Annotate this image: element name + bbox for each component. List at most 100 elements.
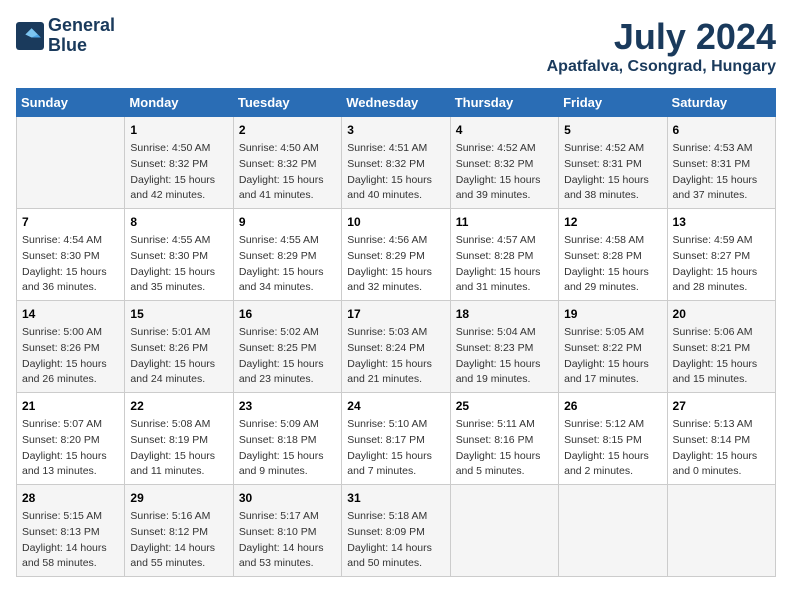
day-detail: Sunrise: 4:52 AMSunset: 8:31 PMDaylight:… [564, 141, 661, 204]
calendar-cell: 3 Sunrise: 4:51 AMSunset: 8:32 PMDaylight… [342, 117, 450, 209]
day-number: 2 [239, 121, 336, 139]
day-detail: Sunrise: 4:55 AMSunset: 8:29 PMDaylight:… [239, 233, 336, 296]
day-detail: Sunrise: 5:07 AMSunset: 8:20 PMDaylight:… [22, 417, 119, 480]
day-detail: Sunrise: 4:51 AMSunset: 8:32 PMDaylight:… [347, 141, 444, 204]
week-row-3: 14 Sunrise: 5:00 AMSunset: 8:26 PMDayligh… [17, 301, 776, 393]
calendar-cell: 25 Sunrise: 5:11 AMSunset: 8:16 PMDayligh… [450, 393, 558, 485]
day-number: 6 [673, 121, 770, 139]
calendar-cell: 4 Sunrise: 4:52 AMSunset: 8:32 PMDaylight… [450, 117, 558, 209]
day-detail: Sunrise: 4:58 AMSunset: 8:28 PMDaylight:… [564, 233, 661, 296]
day-detail: Sunrise: 5:02 AMSunset: 8:25 PMDaylight:… [239, 325, 336, 388]
week-row-4: 21 Sunrise: 5:07 AMSunset: 8:20 PMDayligh… [17, 393, 776, 485]
day-detail: Sunrise: 4:55 AMSunset: 8:30 PMDaylight:… [130, 233, 227, 296]
column-header-sunday: Sunday [17, 89, 125, 117]
day-detail: Sunrise: 5:16 AMSunset: 8:12 PMDaylight:… [130, 509, 227, 572]
day-number: 11 [456, 213, 553, 231]
calendar-cell: 13 Sunrise: 4:59 AMSunset: 8:27 PMDayligh… [667, 209, 775, 301]
calendar-cell: 6Sunrise: 4:53 AMSunset: 8:31 PMDaylight… [667, 117, 775, 209]
day-detail: Sunrise: 5:05 AMSunset: 8:22 PMDaylight:… [564, 325, 661, 388]
column-header-thursday: Thursday [450, 89, 558, 117]
day-number: 5 [564, 121, 661, 139]
calendar-cell [559, 485, 667, 577]
day-number: 17 [347, 305, 444, 323]
day-number: 24 [347, 397, 444, 415]
day-number: 7 [22, 213, 119, 231]
page-container: General Blue July 2024 Apatfalva, Csongr… [16, 16, 776, 577]
location-title: Apatfalva, Csongrad, Hungary [547, 58, 776, 76]
day-number: 22 [130, 397, 227, 415]
calendar-cell: 18 Sunrise: 5:04 AMSunset: 8:23 PMDayligh… [450, 301, 558, 393]
logo-icon [16, 22, 44, 50]
page-header: General Blue July 2024 Apatfalva, Csongr… [16, 16, 776, 76]
day-detail: Sunrise: 4:57 AMSunset: 8:28 PMDaylight:… [456, 233, 553, 296]
day-number: 3 [347, 121, 444, 139]
column-header-friday: Friday [559, 89, 667, 117]
calendar-cell: 10Sunrise: 4:56 AMSunset: 8:29 PMDayligh… [342, 209, 450, 301]
logo-line1: General [48, 16, 115, 36]
calendar-cell: 9Sunrise: 4:55 AMSunset: 8:29 PMDaylight… [233, 209, 341, 301]
day-number: 13 [673, 213, 770, 231]
week-row-5: 28Sunrise: 5:15 AMSunset: 8:13 PMDayligh… [17, 485, 776, 577]
calendar-cell: 29 Sunrise: 5:16 AMSunset: 8:12 PMDayligh… [125, 485, 233, 577]
day-number: 29 [130, 489, 227, 507]
day-number: 14 [22, 305, 119, 323]
calendar-cell: 26 Sunrise: 5:12 AMSunset: 8:15 PMDayligh… [559, 393, 667, 485]
day-detail: Sunrise: 5:09 AMSunset: 8:18 PMDaylight:… [239, 417, 336, 480]
day-detail: Sunrise: 5:10 AMSunset: 8:17 PMDaylight:… [347, 417, 444, 480]
column-header-saturday: Saturday [667, 89, 775, 117]
calendar-cell: 31 Sunrise: 5:18 AMSunset: 8:09 PMDayligh… [342, 485, 450, 577]
logo: General Blue [16, 16, 115, 56]
day-detail: Sunrise: 5:12 AMSunset: 8:15 PMDaylight:… [564, 417, 661, 480]
day-number: 19 [564, 305, 661, 323]
calendar-cell: 2 Sunrise: 4:50 AMSunset: 8:32 PMDaylight… [233, 117, 341, 209]
calendar-cell: 15 Sunrise: 5:01 AMSunset: 8:26 PMDayligh… [125, 301, 233, 393]
calendar-cell: 22Sunrise: 5:08 AMSunset: 8:19 PMDayligh… [125, 393, 233, 485]
day-detail: Sunrise: 4:50 AMSunset: 8:32 PMDaylight:… [130, 141, 227, 204]
day-number: 26 [564, 397, 661, 415]
day-number: 25 [456, 397, 553, 415]
day-number: 27 [673, 397, 770, 415]
day-number: 10 [347, 213, 444, 231]
month-title: July 2024 [547, 16, 776, 58]
calendar-table: SundayMondayTuesdayWednesdayThursdayFrid… [16, 88, 776, 577]
day-detail: Sunrise: 5:04 AMSunset: 8:23 PMDaylight:… [456, 325, 553, 388]
day-detail: Sunrise: 5:13 AMSunset: 8:14 PMDaylight:… [673, 417, 770, 480]
calendar-cell: 8Sunrise: 4:55 AMSunset: 8:30 PMDaylight… [125, 209, 233, 301]
day-number: 23 [239, 397, 336, 415]
calendar-cell: 7 Sunrise: 4:54 AMSunset: 8:30 PMDaylight… [17, 209, 125, 301]
calendar-cell: 16 Sunrise: 5:02 AMSunset: 8:25 PMDayligh… [233, 301, 341, 393]
calendar-cell: 14 Sunrise: 5:00 AMSunset: 8:26 PMDayligh… [17, 301, 125, 393]
title-block: July 2024 Apatfalva, Csongrad, Hungary [547, 16, 776, 76]
day-number: 15 [130, 305, 227, 323]
day-number: 12 [564, 213, 661, 231]
calendar-cell: 20Sunrise: 5:06 AMSunset: 8:21 PMDayligh… [667, 301, 775, 393]
column-header-monday: Monday [125, 89, 233, 117]
day-detail: Sunrise: 5:15 AMSunset: 8:13 PMDaylight:… [22, 509, 119, 572]
day-detail: Sunrise: 4:52 AMSunset: 8:32 PMDaylight:… [456, 141, 553, 204]
day-number: 16 [239, 305, 336, 323]
day-detail: Sunrise: 5:01 AMSunset: 8:26 PMDaylight:… [130, 325, 227, 388]
day-number: 18 [456, 305, 553, 323]
day-detail: Sunrise: 4:50 AMSunset: 8:32 PMDaylight:… [239, 141, 336, 204]
column-header-wednesday: Wednesday [342, 89, 450, 117]
day-detail: Sunrise: 5:00 AMSunset: 8:26 PMDaylight:… [22, 325, 119, 388]
column-header-tuesday: Tuesday [233, 89, 341, 117]
day-detail: Sunrise: 5:11 AMSunset: 8:16 PMDaylight:… [456, 417, 553, 480]
day-detail: Sunrise: 5:18 AMSunset: 8:09 PMDaylight:… [347, 509, 444, 572]
day-detail: Sunrise: 4:54 AMSunset: 8:30 PMDaylight:… [22, 233, 119, 296]
day-number: 4 [456, 121, 553, 139]
calendar-cell: 12 Sunrise: 4:58 AMSunset: 8:28 PMDayligh… [559, 209, 667, 301]
day-detail: Sunrise: 5:17 AMSunset: 8:10 PMDaylight:… [239, 509, 336, 572]
calendar-cell: 1Sunrise: 4:50 AMSunset: 8:32 PMDaylight… [125, 117, 233, 209]
calendar-cell: 30Sunrise: 5:17 AMSunset: 8:10 PMDayligh… [233, 485, 341, 577]
logo-text: General Blue [48, 16, 115, 56]
logo-line2: Blue [48, 36, 115, 56]
calendar-cell: 21 Sunrise: 5:07 AMSunset: 8:20 PMDayligh… [17, 393, 125, 485]
calendar-cell [667, 485, 775, 577]
calendar-cell [17, 117, 125, 209]
day-number: 21 [22, 397, 119, 415]
day-number: 31 [347, 489, 444, 507]
day-detail: Sunrise: 5:06 AMSunset: 8:21 PMDaylight:… [673, 325, 770, 388]
calendar-cell: 5 Sunrise: 4:52 AMSunset: 8:31 PMDaylight… [559, 117, 667, 209]
day-detail: Sunrise: 4:59 AMSunset: 8:27 PMDaylight:… [673, 233, 770, 296]
